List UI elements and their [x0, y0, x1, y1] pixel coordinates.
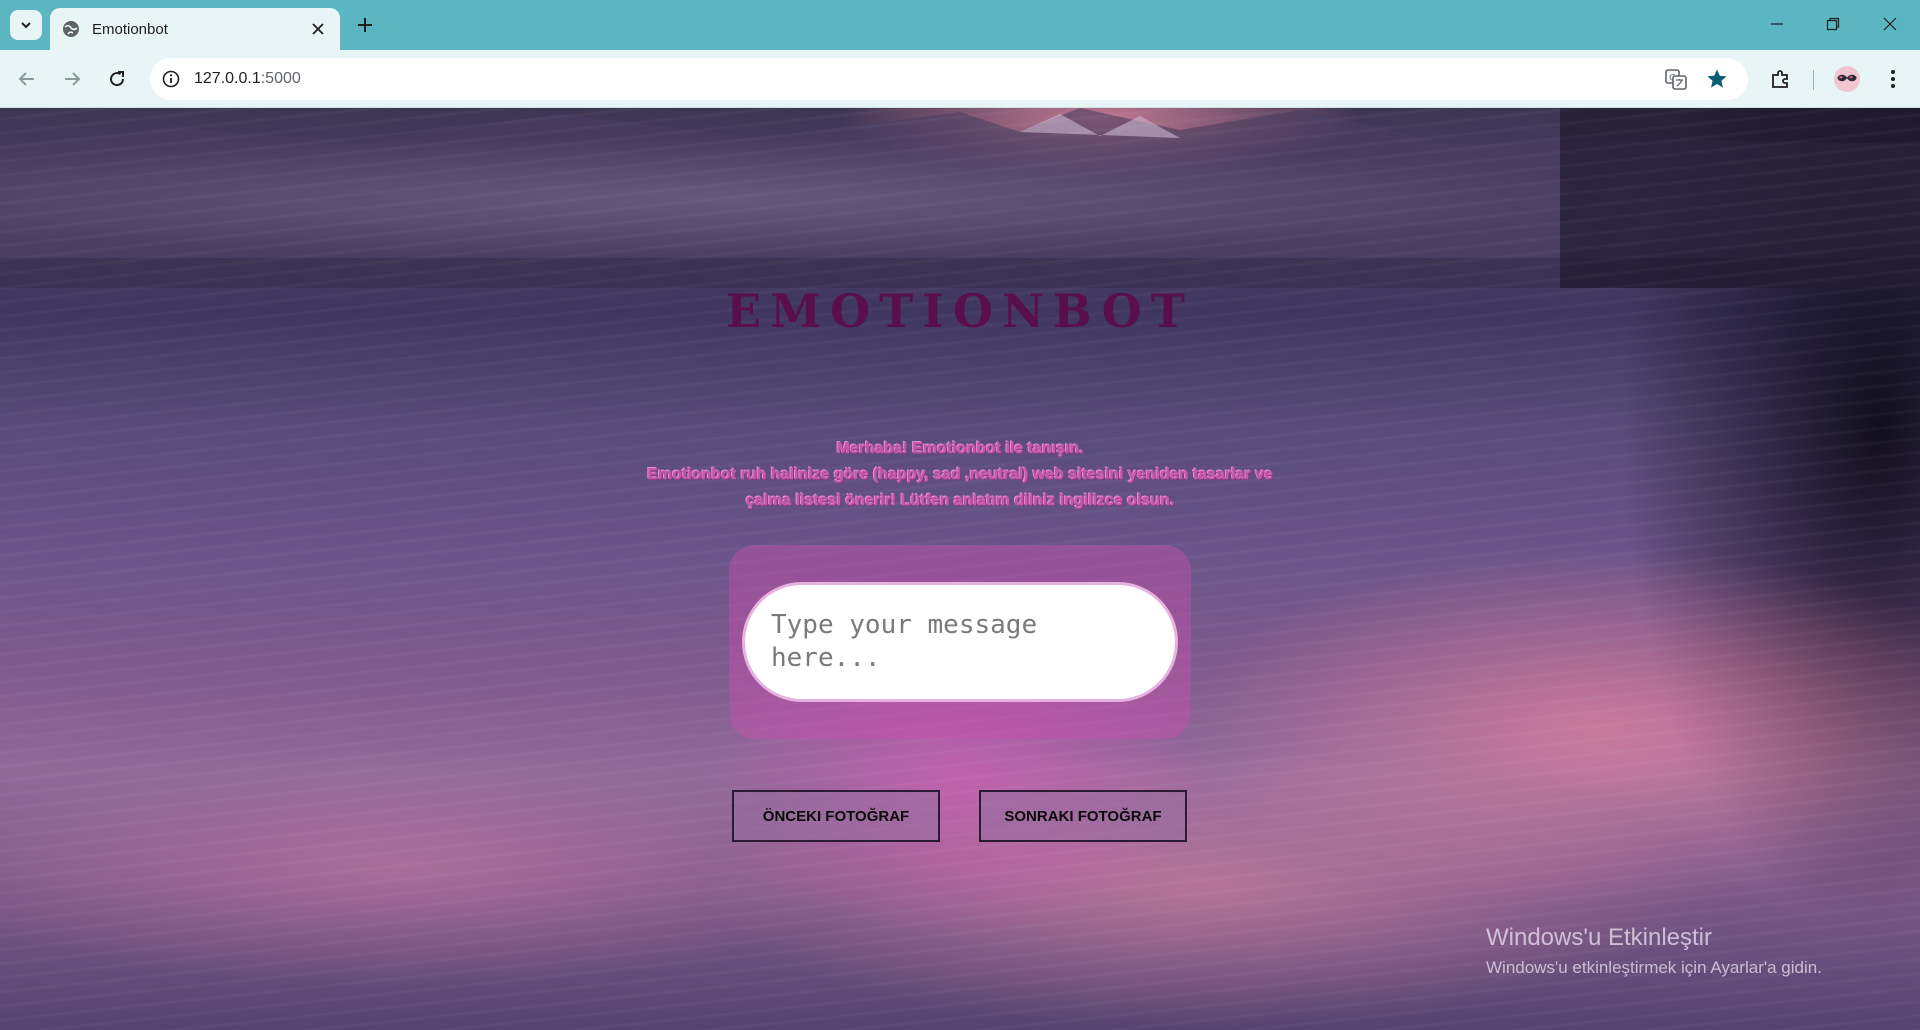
more-vertical-icon: [1891, 70, 1895, 88]
address-bar[interactable]: 127.0.0.1:5000 G: [150, 58, 1748, 100]
toolbar-divider: [1813, 70, 1814, 90]
puzzle-icon: [1772, 70, 1788, 88]
restore-icon: [1826, 17, 1840, 31]
message-input[interactable]: [742, 582, 1178, 702]
restore-button[interactable]: [1810, 8, 1856, 40]
browser-tabstrip: Emotionbot: [0, 0, 1920, 50]
minimize-button[interactable]: [1754, 8, 1800, 40]
previous-photo-button[interactable]: ÖNCEKI FOTOĞRAF: [732, 790, 940, 842]
watermark-subtitle: Windows'u etkinleştirmek için Ayarlar'a …: [1486, 958, 1822, 977]
chevron-down-icon: [21, 22, 31, 29]
tab-title: Emotionbot: [92, 20, 168, 38]
minimize-icon: [1771, 23, 1783, 25]
intro-line-2: Emotionbot ruh halinize göre (happy, sad…: [647, 466, 1273, 483]
chat-container: [729, 545, 1191, 739]
page-viewport: EMOTIONBOT Merhaba! Emotionbot ile tanış…: [0, 108, 1920, 1030]
extensions-button[interactable]: [1764, 62, 1798, 96]
windows-activation-watermark: Windows'u Etkinleştir Windows'u etkinleş…: [1486, 924, 1822, 978]
bookmark-star-icon[interactable]: [1702, 64, 1732, 94]
close-tab-icon[interactable]: [308, 19, 328, 39]
reload-button[interactable]: [100, 62, 134, 96]
globe-icon: [62, 20, 80, 38]
browser-tab[interactable]: Emotionbot: [50, 8, 340, 50]
intro-line-1: Merhaba! Emotionbot ile tanışın.: [836, 440, 1084, 457]
translate-icon[interactable]: G: [1661, 64, 1691, 94]
reload-icon: [110, 71, 125, 87]
arrow-left-icon: [18, 72, 34, 86]
new-tab-button[interactable]: [352, 12, 378, 38]
tab-search-button[interactable]: [10, 10, 42, 40]
plus-icon: [358, 18, 372, 32]
intro-line-3: çalma listesi önerir! Lütfen anlatım dil…: [745, 492, 1175, 509]
browser-toolbar: 127.0.0.1:5000 G: [0, 50, 1920, 108]
next-photo-button[interactable]: SONRAKI FOTOĞRAF: [979, 790, 1187, 842]
intro-text: Merhaba! Emotionbot ile tanışın. Emotion…: [600, 436, 1320, 514]
profile-glasses-icon: [1834, 66, 1860, 92]
page-title: EMOTIONBOT: [726, 284, 1194, 338]
back-button[interactable]: [10, 62, 44, 96]
watermark-title: Windows'u Etkinleştir: [1486, 924, 1712, 951]
close-window-button[interactable]: [1867, 8, 1913, 40]
arrow-right-icon: [65, 72, 81, 86]
browser-menu-button[interactable]: [1876, 62, 1910, 96]
site-info-icon[interactable]: [156, 64, 186, 94]
url-text: 127.0.0.1:5000: [194, 70, 301, 87]
profile-avatar[interactable]: [1830, 62, 1864, 96]
close-icon: [1883, 17, 1897, 31]
forward-button[interactable]: [55, 62, 89, 96]
